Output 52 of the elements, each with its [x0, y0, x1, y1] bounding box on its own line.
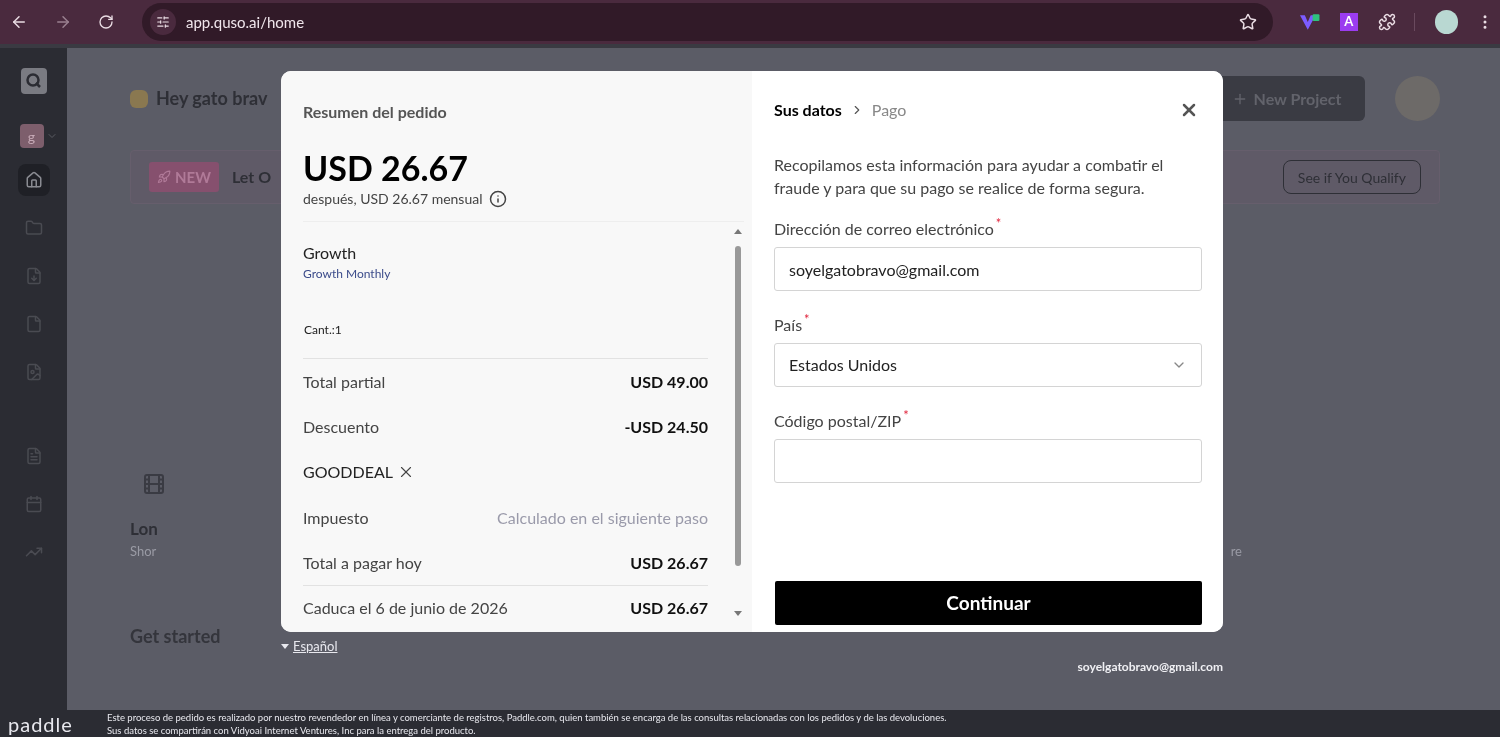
required-mark: *	[804, 313, 810, 326]
site-settings-icon[interactable]	[150, 9, 176, 35]
extensions-puzzle-icon[interactable]	[1377, 13, 1396, 31]
reload-icon	[98, 14, 114, 30]
intro-paragraph: Recopilamos esta información para ayudar a combatir el fraude y para que su pago se realice de forma segura.	[774, 154, 1165, 199]
summary-value: USD 49.00	[630, 370, 708, 393]
summary-label: Caduca el 6 de junio de 2026	[303, 597, 508, 619]
film-icon	[142, 472, 166, 496]
info-icon[interactable]	[488, 189, 507, 208]
input-field[interactable]: soyelgatobravo@gmail.com	[774, 247, 1202, 291]
bookmark-star-icon[interactable]	[1238, 13, 1257, 31]
input-field[interactable]	[774, 439, 1202, 483]
summary-label: Total partial	[303, 370, 386, 393]
price-total: USD 26.67	[303, 148, 469, 188]
app-logo-icon[interactable]	[20, 68, 47, 94]
summary-label: Total a pagar hoy	[303, 551, 422, 574]
summary-label: Impuesto	[303, 506, 369, 529]
continue-button[interactable]: Continuar	[775, 581, 1202, 625]
profile-avatar[interactable]	[1434, 10, 1458, 34]
caret-down-icon	[281, 644, 289, 650]
product-name: Growth	[303, 242, 358, 264]
card-subtitle: Shor	[130, 541, 158, 561]
address-bar[interactable]: app.quso.ai/home	[142, 3, 1273, 41]
extension-letter-icon[interactable]: A	[1340, 13, 1358, 31]
summary-value: Calculado en el siguiente paso	[497, 506, 708, 529]
field-label: Dirección de correo electrónico	[774, 218, 994, 240]
arrow-right-icon	[54, 13, 72, 31]
field-label: País	[774, 314, 803, 336]
field-label: Código postal/ZIP	[774, 410, 902, 432]
summary-title: Resumen del pedido	[303, 101, 448, 123]
summary-value: -USD 24.50	[624, 415, 708, 438]
url-text: app.quso.ai/home	[186, 11, 306, 33]
language-link[interactable]: Español	[281, 637, 338, 657]
required-mark: *	[903, 409, 909, 422]
required-mark: *	[995, 217, 1002, 230]
country-select[interactable]: Estados Unidos	[774, 343, 1202, 387]
paddle-logo: paddle	[7, 711, 74, 737]
breadcrumb-step: Sus datos	[774, 98, 842, 122]
account-email: soyelgatobravo@gmail.com	[1077, 658, 1223, 676]
recurring-price-text: después, USD 26.67 mensual	[303, 189, 483, 209]
sidebar-home-icon[interactable]	[17, 164, 50, 196]
footer-text: Sus datos se compartirán con Vidyoai Internet Ventures, Inc para la entrega del producto.	[107, 724, 477, 737]
summary-value: USD 26.67	[630, 551, 708, 574]
plan-name: Growth Monthly	[303, 265, 392, 283]
breadcrumb-step: Pago	[871, 98, 907, 122]
summary-value: USD 26.67	[630, 597, 708, 619]
quantity-text: Cant.:1	[304, 321, 343, 339]
footer-text: Este proceso de pedido es realizado por nuestro revendedor en línea y comerciante de registros, Paddle.com, quien también se encarga de las consultas relacionadas con los pedidos y de las devoluciones.	[107, 711, 947, 724]
extension-v-icon[interactable]	[1298, 12, 1321, 32]
summary-label: Descuento	[303, 415, 380, 438]
card-subtitle: re	[1230, 541, 1242, 561]
coupon-code: GOODDEAL	[303, 461, 393, 483]
